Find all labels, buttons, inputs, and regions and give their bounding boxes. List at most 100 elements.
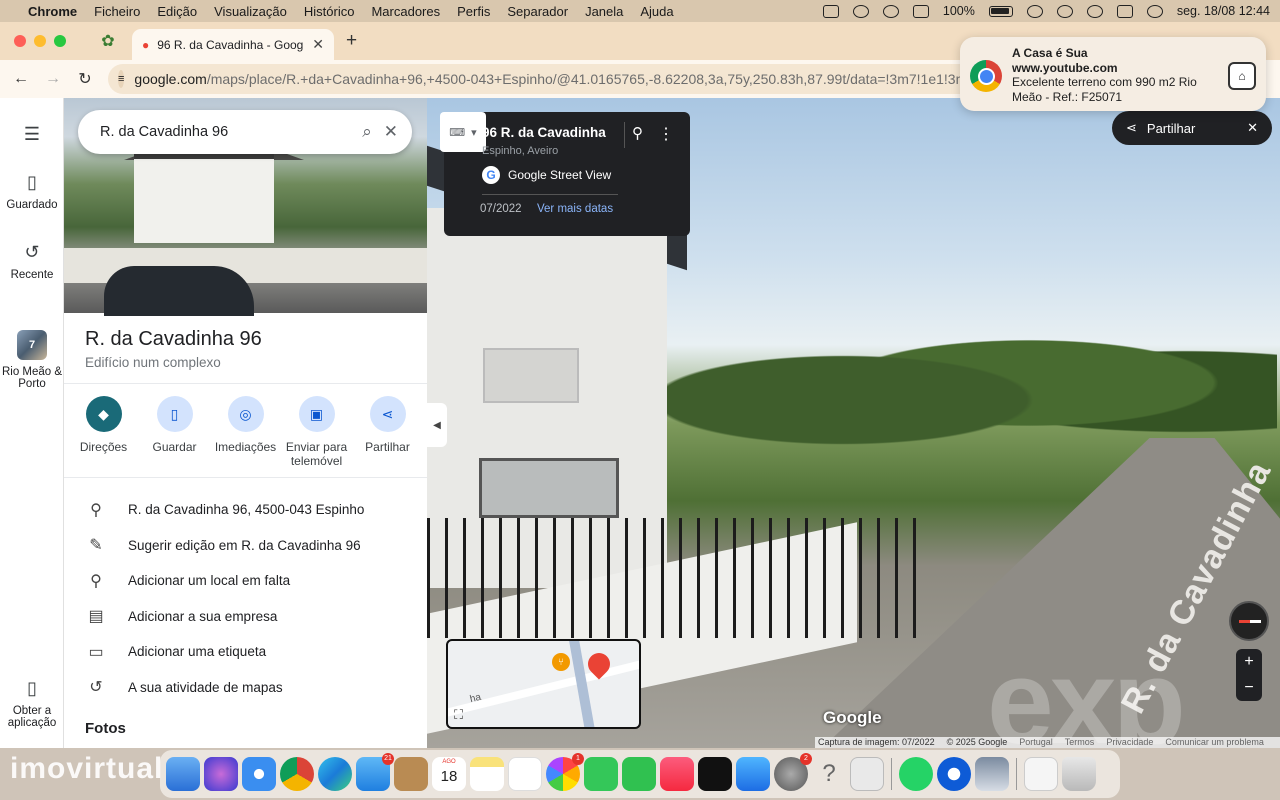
notification-banner[interactable]: A Casa é Sua www.youtube.com Excelente t… (960, 37, 1266, 111)
close-window-button[interactable] (14, 35, 26, 47)
tab-google-maps[interactable]: ● 96 R. da Cavadinha - Google ✕ (132, 29, 334, 60)
photo-house (134, 153, 274, 243)
help-icon[interactable]: ? (812, 757, 846, 791)
chrome-icon[interactable] (280, 757, 314, 791)
search-box[interactable]: R. da Cavadinha 96 ⌕ ✕ (78, 110, 412, 154)
search-icon[interactable]: ⌕ (362, 122, 372, 142)
reload-icon[interactable]: ↻ (76, 69, 94, 89)
rail-saved-button[interactable]: ▯ Guardado (0, 172, 64, 211)
facetime-icon[interactable] (622, 757, 656, 791)
add-business-row[interactable]: ▤ Adicionar a sua empresa (64, 599, 427, 635)
site-info-icon[interactable]: ≡ (118, 70, 125, 88)
control-center-icon[interactable] (1116, 4, 1133, 18)
more-options-icon[interactable]: ⋮ (658, 124, 674, 144)
pinned-tab-leaf-icon[interactable]: ✿ (88, 26, 128, 56)
safari-icon[interactable] (242, 757, 276, 791)
share-icon[interactable]: ⋖ (1126, 120, 1137, 136)
time-machine-icon[interactable] (1026, 4, 1043, 18)
wifi-icon[interactable] (1056, 4, 1073, 18)
menu-janela[interactable]: Janela (585, 4, 623, 19)
menu-historico[interactable]: Histórico (304, 4, 355, 19)
siri-icon[interactable] (204, 757, 238, 791)
notification-icon[interactable] (912, 4, 929, 18)
downloads-stack-icon[interactable] (1024, 757, 1058, 791)
messages-icon[interactable] (584, 757, 618, 791)
location-pin-icon[interactable]: ⚲ (632, 124, 643, 142)
close-icon[interactable]: ✕ (384, 122, 398, 142)
share-icon: ⋖ (369, 396, 406, 432)
attr-privacy-link[interactable]: Privacidade (1106, 737, 1153, 748)
calendar-icon[interactable]: AGO 18 (432, 757, 466, 791)
menu-perfis[interactable]: Perfis (457, 4, 490, 19)
forward-icon[interactable]: → (44, 70, 62, 88)
menu-marcadores[interactable]: Marcadores (371, 4, 440, 19)
send-to-phone-button[interactable]: ▣ Enviar para telemóvel (284, 396, 350, 468)
compass-icon[interactable] (1229, 601, 1269, 641)
menu-ficheiro[interactable]: Ficheiro (94, 4, 140, 19)
attr-country-link[interactable]: Portugal (1019, 737, 1053, 748)
clock[interactable]: seg. 18/08 12:44 (1177, 4, 1270, 18)
add-place-row[interactable]: ⚲ Adicionar um local em falta (64, 563, 427, 599)
printer-icon[interactable] (850, 757, 884, 791)
new-tab-icon[interactable]: + (346, 30, 357, 52)
see-more-dates-link[interactable]: Ver mais datas (537, 203, 613, 215)
calendar-day: 18 (440, 768, 458, 785)
zoom-window-button[interactable] (54, 35, 66, 47)
cloud-icon[interactable] (852, 4, 869, 18)
menu-ajuda[interactable]: Ajuda (640, 4, 673, 19)
mini-map[interactable]: ⑂ ha ⛶ (446, 639, 641, 729)
battery-icon[interactable] (988, 5, 1013, 17)
app-status-icon[interactable] (882, 4, 899, 18)
music-icon[interactable] (660, 757, 694, 791)
close-street-view-icon[interactable]: ✕ (1247, 120, 1258, 136)
trash-icon[interactable] (1062, 757, 1096, 791)
menu-hamburger-button[interactable]: ☰ (0, 124, 64, 151)
attr-report-link[interactable]: Comunicar um problema (1165, 737, 1264, 748)
expand-map-icon[interactable]: ⛶ (454, 707, 463, 723)
nearby-button[interactable]: ◎ Imediações (213, 396, 279, 468)
save-button[interactable]: ▯ Guardar (142, 396, 208, 468)
rail-recent-button[interactable]: ↺ Recente (0, 242, 64, 281)
system-settings-icon[interactable]: 2 (774, 753, 812, 791)
collapse-panel-button[interactable]: ◀ (427, 403, 447, 447)
sv-share-button[interactable]: Partilhar (1147, 121, 1195, 136)
address-row[interactable]: ⚲ R. da Cavadinha 96, 4500-043 Espinho (64, 492, 427, 528)
zoom-in-icon[interactable]: + (1236, 649, 1262, 675)
freeform-icon[interactable] (508, 757, 542, 791)
back-icon[interactable]: ← (12, 70, 30, 88)
keyboard-toggle-button[interactable]: ⌨ ▾ (440, 112, 486, 152)
app-store-icon[interactable] (736, 757, 770, 791)
suggest-edit-row[interactable]: ✎ Sugerir edição em R. da Cavadinha 96 (64, 528, 427, 564)
finder-icon[interactable] (166, 757, 200, 791)
teamviewer-icon[interactable] (937, 757, 971, 791)
search-input[interactable]: R. da Cavadinha 96 (100, 124, 350, 140)
whatsapp-icon[interactable] (899, 757, 933, 791)
minimize-window-button[interactable] (34, 35, 46, 47)
address-bar[interactable]: ≡ google.com/maps/place/R.+da+Cavadinha+… (108, 64, 1008, 94)
siri-icon[interactable] (1146, 4, 1163, 18)
notes-icon[interactable] (470, 757, 504, 791)
menu-separador[interactable]: Separador (507, 4, 568, 19)
apple-tv-icon[interactable] (698, 757, 732, 791)
maps-activity-row[interactable]: ↺ A sua atividade de mapas (64, 670, 427, 706)
save-label: Guardar (152, 440, 197, 454)
street-view[interactable]: R. da Cavadinha exp ◀ ⌨ ▾ 96 R. da Cavadi… (427, 98, 1280, 748)
rail-get-app-button[interactable]: ▯ Obter a aplicação (0, 678, 64, 729)
zoom-out-icon[interactable]: − (1236, 675, 1262, 701)
edge-icon[interactable] (318, 757, 352, 791)
photos-icon[interactable]: 1 (546, 753, 584, 791)
menu-app-name[interactable]: Chrome (28, 4, 77, 19)
share-button[interactable]: ⋖ Partilhar (355, 396, 421, 468)
directions-button[interactable]: ◆ Direções (71, 396, 137, 468)
close-tab-icon[interactable]: ✕ (312, 36, 324, 53)
rail-recent-place-button[interactable]: 7 Rio Meão & Porto (0, 330, 64, 390)
menu-visualizacao[interactable]: Visualização (214, 4, 287, 19)
contacts-icon[interactable] (394, 757, 428, 791)
spotlight-icon[interactable] (1086, 4, 1103, 18)
mail-icon[interactable]: 21 (356, 753, 394, 791)
screen-mirror-icon[interactable] (822, 4, 839, 18)
preview-icon[interactable] (975, 757, 1009, 791)
attr-terms-link[interactable]: Termos (1065, 737, 1095, 748)
menu-edicao[interactable]: Edição (157, 4, 197, 19)
add-label-row[interactable]: ▭ Adicionar uma etiqueta (64, 634, 427, 670)
